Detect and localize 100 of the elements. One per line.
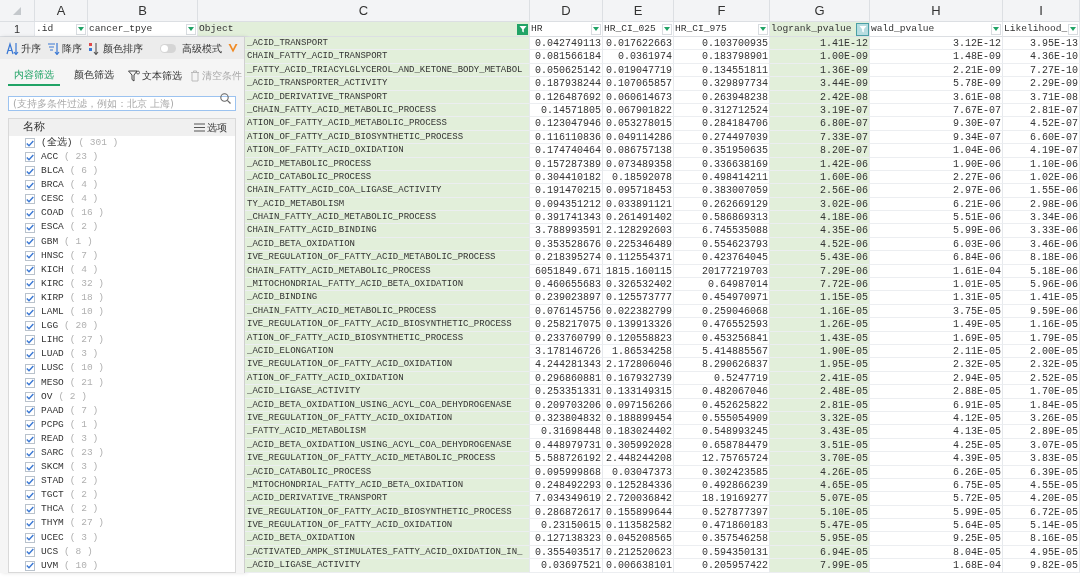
checkbox[interactable] — [25, 194, 35, 205]
filter-button[interactable] — [857, 23, 868, 35]
item-count: ( 23 ) — [69, 446, 105, 460]
checkbox[interactable] — [25, 448, 35, 459]
table-cell: 7.72E-06 — [770, 278, 870, 292]
dropdown-button[interactable] — [991, 23, 1001, 35]
table-cell: 0.233760799 — [530, 331, 603, 345]
table-cell: 4.52E-07 — [1003, 117, 1080, 131]
checkbox[interactable] — [25, 377, 35, 388]
table-cell: 0.120558823 — [603, 331, 674, 345]
checkbox[interactable] — [25, 293, 35, 304]
column-header[interactable]: A — [35, 0, 88, 22]
row-number: 1 — [0, 22, 35, 37]
sort-button[interactable]: 升序 — [6, 40, 41, 56]
checkbox[interactable] — [25, 476, 35, 487]
checkbox[interactable] — [25, 490, 35, 501]
item-count: ( 20 ) — [64, 319, 99, 334]
dropdown-button[interactable] — [591, 23, 601, 35]
checkbox[interactable] — [25, 208, 35, 219]
item-label: THCA — [41, 502, 64, 517]
search-field[interactable]: (支持多条件过滤，例如：北京 上海) — [8, 96, 236, 111]
column-header[interactable]: C — [198, 0, 530, 22]
table-cell: 5.47E-05 — [770, 519, 870, 533]
checkbox[interactable] — [25, 250, 35, 261]
column-header[interactable]: B — [88, 0, 198, 22]
checkbox[interactable] — [25, 363, 35, 374]
item-label: PCPG — [41, 417, 64, 432]
checkbox[interactable] — [25, 349, 35, 360]
checkbox[interactable] — [25, 518, 35, 529]
filter-button[interactable] — [517, 23, 528, 35]
table-cell: 1.16E-05 — [1003, 318, 1080, 332]
checkbox[interactable] — [25, 166, 35, 177]
column-header[interactable]: E — [603, 0, 674, 22]
table-cell: 0.019047719 — [603, 63, 674, 78]
item-count: ( 10 ) — [69, 361, 105, 376]
checkbox[interactable] — [25, 434, 35, 444]
toggle-switch[interactable] — [160, 43, 176, 53]
checkbox[interactable] — [25, 307, 35, 318]
table-cell: 0.125284336 — [603, 478, 674, 493]
dropdown-button[interactable] — [758, 23, 768, 35]
column-header[interactable]: I — [1003, 0, 1080, 22]
table-cell: 0.188899454 — [603, 411, 674, 426]
table-cell: 9.34E-07 — [870, 130, 1003, 145]
item-label: HNSC — [41, 248, 64, 263]
table-cell: 0.31698448 — [530, 425, 603, 439]
table-cell: 0.218395274 — [530, 251, 603, 265]
sort-button[interactable]: 降序 — [47, 40, 82, 56]
table-cell: 0.073489358 — [603, 157, 674, 171]
checkbox[interactable] — [25, 222, 35, 233]
table-cell: 8.04E-05 — [870, 545, 1003, 560]
menu-icon — [194, 123, 205, 132]
table-cell: 1.79E-05 — [1003, 331, 1080, 345]
checkbox[interactable] — [25, 138, 35, 149]
table-cell: 0.286872617 — [530, 505, 603, 520]
checkbox[interactable] — [25, 546, 35, 557]
checkbox[interactable] — [25, 462, 35, 473]
dropdown-button[interactable] — [76, 23, 86, 35]
checkbox[interactable] — [25, 504, 35, 515]
checkbox[interactable] — [25, 419, 35, 430]
filter-icon — [128, 69, 140, 82]
checkbox[interactable] — [25, 335, 35, 346]
column-header[interactable]: G — [770, 0, 870, 22]
search-icon[interactable] — [220, 93, 231, 104]
table-cell: 2.32E-05 — [870, 358, 1003, 372]
table-cell: 2.48E-05 — [770, 385, 870, 399]
checkbox[interactable] — [25, 391, 35, 402]
table-cell: 0.049114286 — [603, 130, 674, 145]
table-cell: 0.094351212 — [530, 197, 603, 212]
checkbox[interactable] — [25, 532, 35, 543]
sort-button[interactable]: 颜色排序 — [88, 40, 143, 56]
column-header[interactable]: H — [870, 0, 1003, 22]
item-label: UVM — [41, 558, 59, 572]
column-header[interactable]: D — [530, 0, 603, 22]
checkbox[interactable] — [25, 405, 35, 416]
checkbox[interactable] — [25, 279, 35, 289]
table-cell: 4.244281343 — [530, 358, 603, 372]
checkbox[interactable] — [25, 152, 35, 163]
table-cell: 1.48E-09 — [870, 50, 1003, 64]
dropdown-button[interactable] — [1068, 23, 1078, 35]
text-filter-button[interactable]: 文本筛选 — [128, 68, 182, 83]
filter-tab[interactable]: 颜色筛选 — [68, 65, 120, 86]
options-button[interactable]: 选项 — [194, 120, 227, 135]
table-cell: 6.75E-05 — [870, 478, 1003, 493]
column-header[interactable]: F — [674, 0, 770, 22]
dropdown-button[interactable] — [662, 23, 672, 35]
table-cell: _ACID_LIGASE_ACTIVITY — [245, 559, 530, 573]
table-cell: 1.15E-05 — [770, 291, 870, 305]
table-cell: 7.67E-07 — [870, 103, 1003, 118]
checkbox[interactable] — [25, 264, 35, 275]
table-cell: 0.323804832 — [530, 411, 603, 426]
checkbox[interactable] — [25, 560, 35, 571]
checkbox[interactable] — [25, 236, 35, 247]
item-label: CESC — [41, 192, 64, 207]
checkbox[interactable] — [25, 321, 35, 332]
table-cell: 0.126487692 — [530, 90, 603, 104]
item-count: ( 32 ) — [69, 276, 105, 291]
dropdown-button[interactable] — [186, 23, 196, 35]
checkbox[interactable] — [25, 180, 35, 191]
table-cell: 3.70E-05 — [770, 452, 870, 466]
table-cell: 2.81E-07 — [1003, 103, 1080, 118]
